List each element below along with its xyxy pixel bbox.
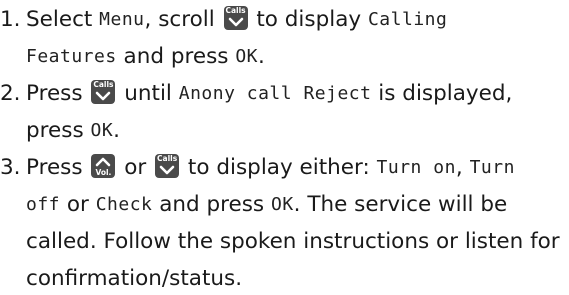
display-text-anony-call-reject: Anony call Reject	[178, 83, 372, 104]
step-3-line-1: 3. Press Vol. or Calls to display either:…	[0, 152, 515, 184]
calls-key-label: Calls	[225, 6, 246, 15]
step-2-line-2: press OK.	[26, 115, 120, 147]
chevron-down-icon	[96, 91, 111, 101]
step-1-line-2: Features and press OK.	[26, 41, 265, 73]
step-number: 3.	[0, 155, 21, 180]
step-number: 1.	[0, 7, 21, 32]
display-text-ok: OK	[90, 120, 114, 141]
instruction-document: 1. Select Menu, scroll Calls to display C…	[0, 0, 569, 291]
step-1-line-1: 1. Select Menu, scroll Calls to display C…	[0, 4, 447, 36]
vol-key-label: Vol.	[95, 168, 112, 177]
display-text-turn-on: Turn on	[376, 157, 456, 178]
step-text: and press	[152, 192, 271, 217]
step-text: called. Follow the spoken instructions o…	[26, 229, 560, 254]
step-text: . The service will be	[293, 192, 508, 217]
display-text-ok: OK	[270, 194, 294, 215]
step-number: 2.	[0, 81, 21, 106]
step-text: or	[60, 192, 96, 217]
display-text-calling: Calling	[367, 9, 448, 30]
calls-key-label: Calls	[157, 154, 178, 163]
vol-up-key-icon: Vol.	[91, 154, 116, 178]
step-text: .	[113, 118, 121, 143]
step-text: ,	[455, 155, 470, 180]
step-text: and press	[116, 44, 236, 69]
calls-key-label: Calls	[93, 80, 114, 89]
chevron-down-icon	[228, 17, 243, 27]
calls-down-key-icon: Calls	[91, 80, 116, 104]
step-text: Press	[26, 81, 90, 106]
display-text-turn: Turn	[469, 157, 515, 178]
display-text-check: Check	[95, 194, 153, 215]
step-3-line-4: confirmation/status.	[26, 263, 242, 295]
display-text-ok: OK	[235, 46, 258, 67]
step-text: until	[117, 81, 179, 106]
step-2-line-1: 2. Press Calls until Anony call Reject is…	[0, 78, 512, 110]
step-text: or	[117, 155, 154, 180]
step-text: Select	[26, 7, 100, 32]
calls-down-key-icon: Calls	[223, 6, 248, 30]
step-3-line-2: off or Check and press OK. The service w…	[26, 189, 507, 221]
calls-down-key-icon: Calls	[155, 154, 180, 178]
step-text: .	[258, 44, 265, 69]
step-text: to display either:	[181, 155, 377, 180]
chevron-down-icon	[159, 165, 175, 175]
step-text: press	[26, 118, 91, 143]
display-text-off: off	[26, 194, 61, 215]
step-3-line-3: called. Follow the spoken instructions o…	[26, 226, 560, 258]
step-text: , scroll	[144, 7, 222, 32]
step-text: Press	[26, 155, 90, 180]
step-text: to display	[249, 7, 368, 32]
display-text-features: Features	[26, 46, 117, 67]
step-text: is displayed,	[371, 81, 513, 106]
chevron-up-icon	[96, 157, 111, 167]
display-text-menu: Menu	[99, 9, 145, 30]
